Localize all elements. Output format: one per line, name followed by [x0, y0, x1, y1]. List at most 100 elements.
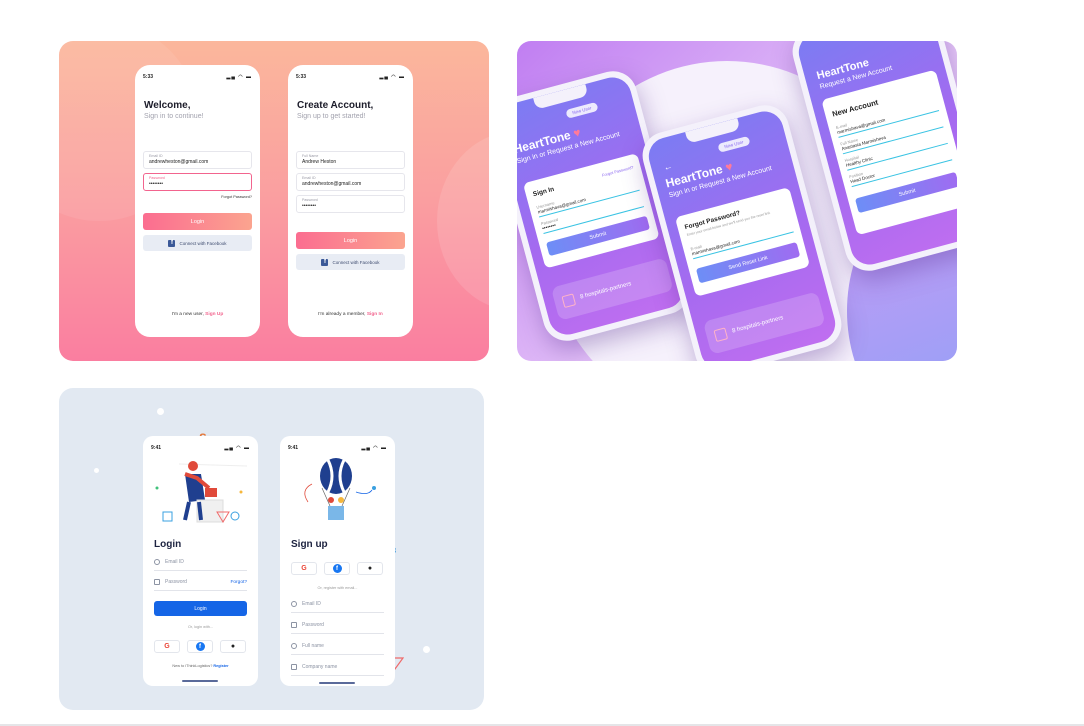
google-signup-button[interactable]: G [291, 562, 317, 575]
password-placeholder: Password [302, 622, 324, 628]
signup-link[interactable]: Sign Up [205, 312, 223, 317]
bg-circle-right [437, 131, 489, 311]
full-name-input[interactable]: Full name [291, 643, 324, 649]
status-time: 9:41 [288, 445, 299, 451]
apple-icon: ● [230, 643, 236, 650]
page-title: Sign up [291, 539, 328, 550]
or-register-text: Or, register with email... [317, 586, 358, 590]
signup-footer: I'm a new user, Sign Up [135, 312, 260, 317]
submit-button[interactable]: Submit [545, 215, 651, 257]
facebook-signup-button[interactable]: f [324, 562, 350, 575]
facebook-icon: f [332, 564, 342, 573]
signin-card: Sign In Forgot Password? Username marmis… [522, 153, 660, 269]
page-title: Login [154, 539, 182, 550]
company-input[interactable]: Company name [291, 664, 337, 670]
google-login-button[interactable]: G [154, 640, 180, 653]
new-account-heading: New Account [831, 97, 880, 119]
signin-footer: I'm already a member, Sign In [288, 312, 413, 317]
name-label: Full Name [302, 154, 319, 158]
password-value: •••••••• [302, 203, 317, 209]
login-button[interactable]: Login [154, 601, 247, 616]
apple-signup-button[interactable]: ● [357, 562, 383, 575]
heart-icon: ♥ [571, 125, 583, 141]
page-title: Welcome, [144, 100, 191, 111]
google-icon: G [164, 643, 170, 650]
new-account-card: New Account E-mail marmishava@gmail.com … [821, 69, 957, 236]
email-input[interactable]: Email ID [154, 559, 184, 565]
full-name-field[interactable]: Full Name Andrew Heston [296, 151, 405, 169]
shot-card-purple: New User HeartTone ♥ Sign in or Request … [517, 41, 957, 361]
status-bar: 5:33 ▂▄ ◠ ▬ [296, 74, 405, 80]
status-icons: ▂▄ ◠ ▬ [226, 74, 252, 80]
facebook-connect-button[interactable]: f Connect with Facebook [143, 235, 252, 251]
forgot-link[interactable]: Forgot? [230, 580, 247, 585]
partners-text: 8 hospitals-partners [579, 281, 633, 301]
register-link[interactable]: Register [213, 664, 228, 668]
status-time: 5:33 [296, 74, 307, 80]
email-field[interactable]: Email ID andrewheston@gmail.com [296, 173, 405, 191]
footer-text: New to iThinkLogistics? [172, 664, 213, 668]
forgot-password-link[interactable]: Forgot Password? [221, 195, 252, 199]
partners-banner: 8 hospitals-partners [702, 291, 826, 355]
hospital-icon [713, 327, 729, 343]
hospital-icon [561, 293, 577, 309]
bg-dot [94, 468, 99, 473]
email-placeholder: Email ID [302, 601, 321, 607]
password-placeholder: Password [165, 579, 187, 585]
facebook-label: Connect with Facebook [179, 240, 227, 246]
shot-card-lightblue: ȿ ɞ 9:41▂▄ ◠ ▬ Login Email ID Password F… [59, 388, 484, 710]
email-input[interactable]: Email ID [291, 601, 321, 607]
password-field[interactable]: Password •••••••• [296, 195, 405, 213]
email-label: Email ID [302, 176, 316, 180]
email-value: andrewheston@gmail.com [302, 181, 362, 187]
signin-link[interactable]: Sign In [367, 312, 383, 317]
facebook-icon: f [168, 239, 176, 247]
delivery-illustration [155, 461, 248, 523]
login-button[interactable]: Login [296, 232, 405, 249]
at-icon [154, 559, 160, 565]
facebook-connect-button[interactable]: f Connect with Facebook [296, 254, 405, 270]
new-user-button[interactable]: New User [717, 135, 751, 153]
password-input[interactable]: Password [291, 622, 324, 628]
forgot-password-link[interactable]: Forgot Password? [601, 165, 634, 178]
name-value: Andrew Heston [302, 159, 337, 165]
company-placeholder: Company name [302, 664, 338, 670]
login-phone: 9:41 ▂▄ ◠ ▬ Login Email ID Password Forgo… [143, 436, 258, 686]
bg-dot [423, 646, 430, 653]
google-icon: G [301, 565, 307, 572]
company-underline [291, 675, 384, 676]
signup-phone: 9:41 ▂▄ ◠ ▬ Sign up G f ● Or, register wi… [280, 436, 395, 686]
welcome-phone: 5:33 ▂▄ ◠ ▬ Welcome, Sign in to continue!… [135, 65, 260, 337]
password-label: Password [149, 176, 165, 180]
partners-text: 8 hospitals-partners [731, 315, 785, 335]
new-user-button[interactable]: New User [565, 101, 599, 119]
password-field[interactable]: Password •••••••• [143, 173, 252, 191]
apple-login-button[interactable]: ● [220, 640, 246, 653]
home-indicator [319, 682, 355, 684]
email-underline [838, 109, 940, 138]
facebook-icon: f [195, 642, 205, 651]
partners-banner: 8 hospitals-partners [550, 257, 674, 321]
password-underline [291, 633, 384, 634]
password-underline [154, 590, 247, 591]
lock-icon [154, 579, 160, 585]
back-arrow-icon[interactable]: ← [662, 161, 673, 173]
signin-heading: Sign In [532, 185, 556, 199]
email-placeholder: Email ID [165, 559, 184, 565]
email-field[interactable]: Email ID andrewheston@gmail.com [143, 151, 252, 169]
status-icons: ▂▄ ◠ ▬ [224, 445, 250, 451]
status-bar: 5:33 ▂▄ ◠ ▬ [143, 74, 252, 80]
facebook-login-button[interactable]: f [187, 640, 213, 653]
lock-icon [291, 622, 297, 628]
login-button[interactable]: Login [143, 213, 252, 230]
status-time: 9:41 [151, 445, 162, 451]
email-value: andrewheston@gmail.com [149, 159, 209, 165]
name-placeholder: Full name [302, 643, 324, 649]
status-time: 5:33 [143, 74, 154, 80]
password-input[interactable]: Password [154, 579, 187, 585]
or-login-with-text: Or, login with... [187, 625, 214, 629]
email-underline [291, 612, 384, 613]
status-icons: ▂▄ ◠ ▬ [379, 74, 405, 80]
name-underline [291, 654, 384, 655]
user-icon [291, 643, 297, 649]
